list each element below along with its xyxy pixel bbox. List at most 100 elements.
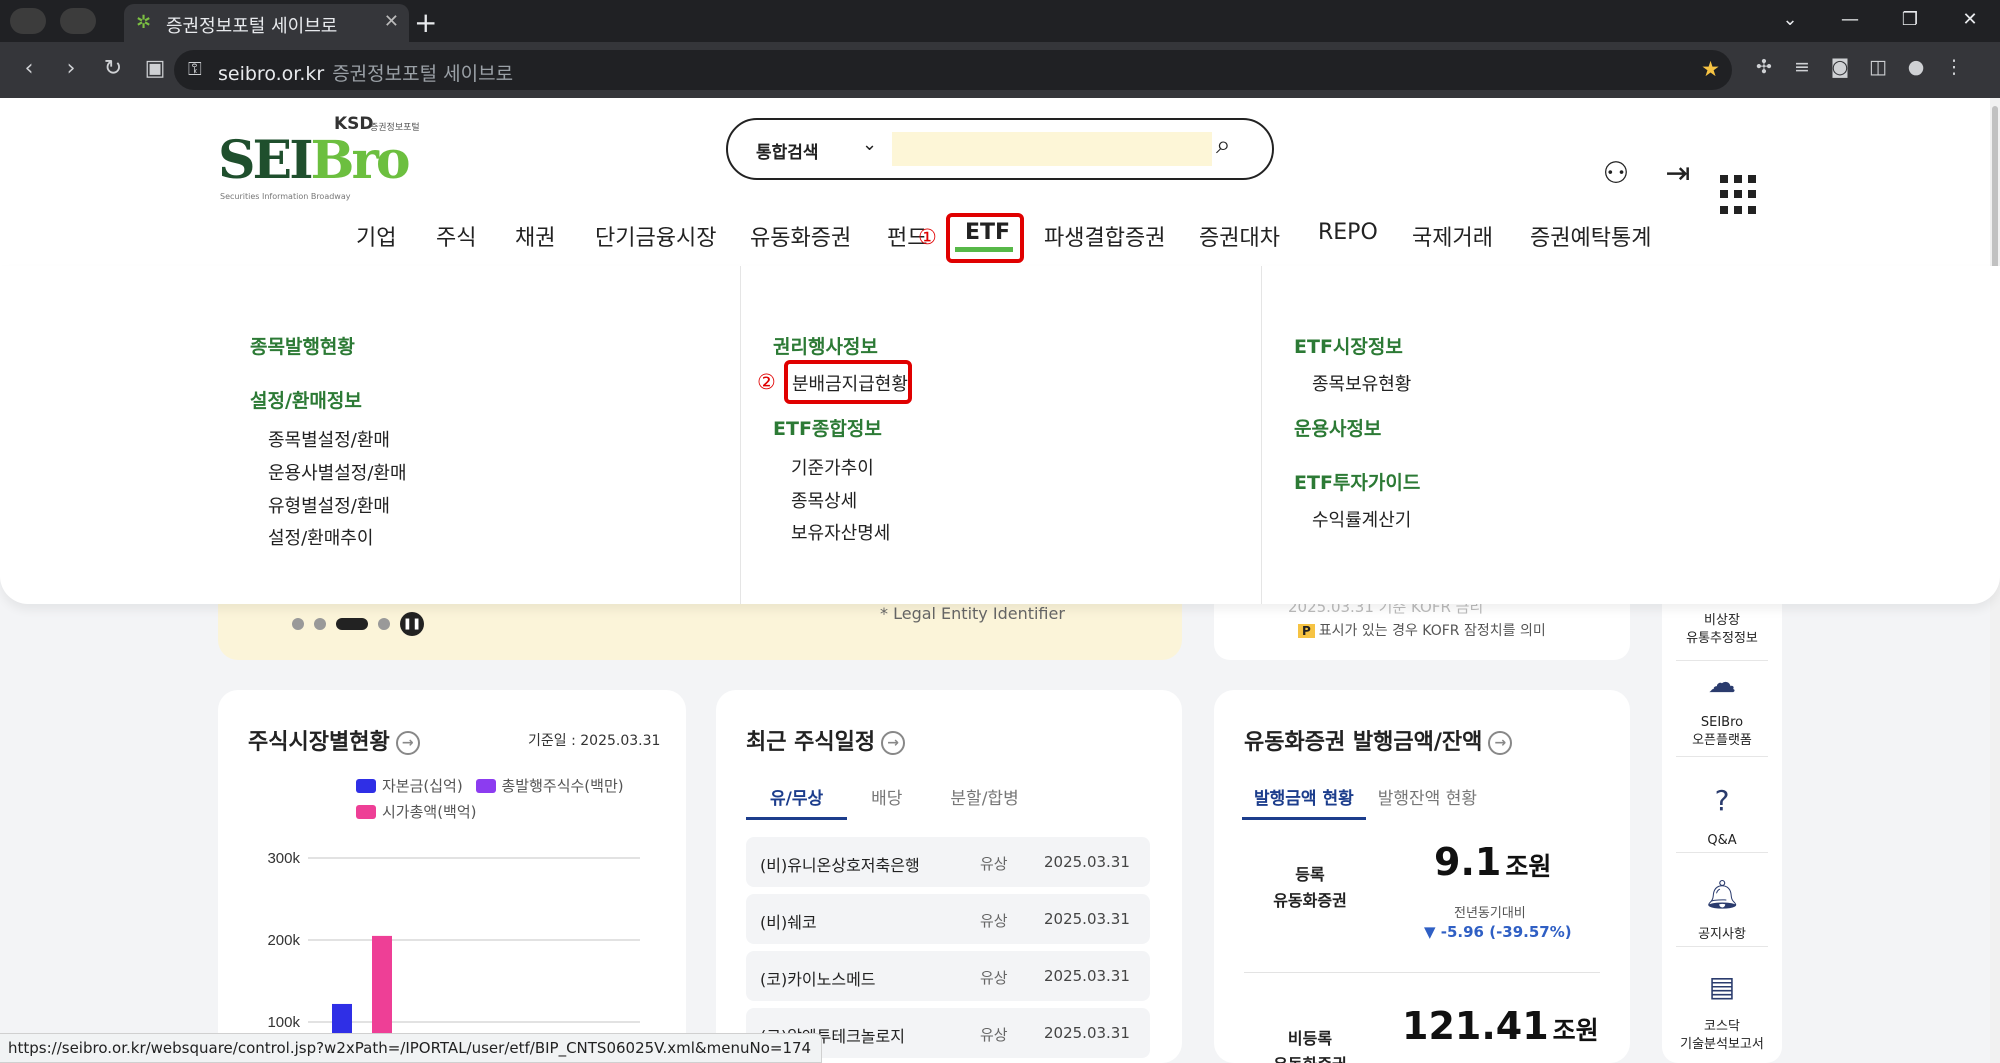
gnb-abs[interactable]: 유동화증권 bbox=[750, 220, 851, 252]
schedule-row[interactable]: (비)쉐코 유상 2025.03.31 bbox=[746, 894, 1150, 944]
kofr-note: P 표시가 있는 경우 KOFR 잠정치를 의미 bbox=[1298, 620, 1546, 640]
quick-kosdaq-report[interactable]: ▤ 코스닥 기술분석보고서 bbox=[1662, 973, 1782, 1054]
gnb-money-market[interactable]: 단기금융시장 bbox=[595, 220, 716, 252]
reading-list-icon[interactable]: ≡ bbox=[1790, 56, 1814, 82]
reload-button[interactable]: ↻ bbox=[98, 54, 128, 84]
gnb-repo[interactable]: REPO bbox=[1318, 220, 1378, 245]
signup-user-icon[interactable]: ⚇ bbox=[1596, 154, 1636, 194]
banner-pagination: ❚❚ bbox=[292, 612, 424, 636]
arrow-right-icon[interactable]: → bbox=[395, 731, 420, 755]
chart-ytick-label: 200k bbox=[267, 932, 300, 949]
profile-icons bbox=[10, 8, 96, 34]
gnb-deposit-stats[interactable]: 증권예탁통계 bbox=[1530, 220, 1651, 252]
browser-tab-seibro[interactable]: ✲ 증권정보포털 세이브로 ✕ bbox=[124, 4, 409, 42]
banner-dot[interactable] bbox=[378, 618, 390, 630]
chevron-down-icon[interactable]: ⌄ bbox=[862, 134, 877, 155]
profile-avatar-icon[interactable] bbox=[10, 8, 46, 34]
forward-button[interactable]: › bbox=[56, 54, 86, 84]
browser-toolbar: ‹ › ↻ ▣ ⚿ seibro.or.kr 증권정보포털 세이브로 ★ ✣ ≡ … bbox=[0, 42, 2000, 98]
tab-rights-issue[interactable]: 유/무상 bbox=[746, 784, 848, 820]
extensions-puzzle-icon[interactable]: ✣ bbox=[1752, 56, 1776, 82]
screenshot-icon[interactable]: ◙ bbox=[1828, 56, 1852, 82]
gnb-company[interactable]: 기업 bbox=[356, 220, 396, 252]
logo-wordmark: SEIBro bbox=[218, 130, 411, 191]
banner-dot-active[interactable] bbox=[336, 618, 368, 630]
rail-divider bbox=[1676, 660, 1768, 661]
tab-search-icon[interactable] bbox=[60, 8, 96, 34]
tab-list-chevron-icon[interactable]: ⌄ bbox=[1760, 0, 1820, 42]
legend-shares: 총발행주식수(백만) bbox=[475, 774, 624, 798]
arrow-right-icon[interactable]: → bbox=[881, 731, 906, 755]
quick-notice[interactable]: 🔔︎ 공지사항 bbox=[1662, 881, 1782, 944]
restore-button[interactable]: ❐ bbox=[1880, 0, 1940, 42]
rail-divider bbox=[1676, 756, 1768, 757]
schedule-row-type: 유상 bbox=[980, 855, 1008, 873]
schedule-row-name: (비)쉐코 bbox=[760, 913, 817, 932]
notion-extension-icon[interactable]: ▣ bbox=[140, 54, 170, 84]
menu-heading-rights[interactable]: 권리행사정보 bbox=[773, 332, 878, 359]
menu-item-nav-trend[interactable]: 기준가추이 bbox=[791, 454, 874, 480]
search-scope-select[interactable]: 통합검색 bbox=[756, 138, 819, 163]
quick-open-platform[interactable]: ☁ SEIBro 오픈플랫폼 bbox=[1662, 666, 1782, 750]
menu-item-by-issue[interactable]: 종목별설정/환매 bbox=[268, 426, 390, 452]
tab-outstanding-balance[interactable]: 발행잔액 현황 bbox=[1366, 784, 1489, 820]
stock-schedule-card: 최근 주식일정 → 유/무상 배당 분할/합병 (비)유니온상호저축은행 유상 2… bbox=[716, 690, 1182, 1063]
login-icon[interactable]: ⇥ bbox=[1658, 154, 1698, 194]
bookmark-star-icon[interactable]: ★ bbox=[1701, 57, 1720, 81]
quick-unlisted-label: 비상장 유통추정정보 bbox=[1686, 613, 1758, 646]
quick-unlisted-info[interactable]: 비상장 유통추정정보 bbox=[1662, 612, 1782, 648]
side-panel-icon[interactable]: ◫ bbox=[1866, 56, 1890, 82]
quick-qna[interactable]: ? Q&A bbox=[1662, 787, 1782, 850]
search-icon[interactable]: ⌕ bbox=[1216, 130, 1231, 161]
search-input[interactable] bbox=[892, 132, 1212, 166]
menu-heading-etf-market[interactable]: ETF시장정보 bbox=[1294, 332, 1403, 359]
seibro-logo[interactable]: SEIBro KSD 증권정보포털 Securities Information… bbox=[218, 114, 448, 201]
menu-heading-issuance[interactable]: 종목발행현황 bbox=[250, 332, 355, 359]
abs-issuance-title[interactable]: 유동화증권 발행금액/잔액 → bbox=[1244, 724, 1513, 756]
menu-item-holding-status[interactable]: 종목보유현황 bbox=[1312, 370, 1411, 396]
stock-schedule-title[interactable]: 최근 주식일정 → bbox=[746, 724, 906, 756]
gnb-international[interactable]: 국제거래 bbox=[1412, 220, 1493, 252]
gnb-securities-lending[interactable]: 증권대차 bbox=[1199, 220, 1280, 252]
api-cloud-icon: ☁ bbox=[1708, 666, 1736, 699]
schedule-row-type: 유상 bbox=[980, 1026, 1008, 1044]
close-window-button[interactable]: ✕ bbox=[1940, 0, 2000, 42]
pause-icon[interactable]: ❚❚ bbox=[400, 612, 424, 636]
banner-dot[interactable] bbox=[292, 618, 304, 630]
tab-split-merger[interactable]: 분할/합병 bbox=[926, 784, 1042, 820]
schedule-row-name: (비)유니온상호저축은행 bbox=[760, 856, 920, 875]
menu-kebab-icon[interactable]: ⋮ bbox=[1942, 56, 1966, 82]
yoy-label: 전년동기대비 bbox=[1454, 906, 1526, 921]
menu-heading-etf-info[interactable]: ETF종합정보 bbox=[773, 414, 882, 441]
market-status-title[interactable]: 주식시장별현황 → bbox=[248, 724, 420, 756]
schedule-row[interactable]: (비)유니온상호저축은행 유상 2025.03.31 bbox=[746, 837, 1150, 887]
tab-close-icon[interactable]: ✕ bbox=[384, 11, 399, 32]
menu-item-return-calculator[interactable]: 수익률계산기 bbox=[1312, 506, 1411, 532]
tab-dividend[interactable]: 배당 bbox=[847, 784, 926, 820]
menu-item-by-type[interactable]: 유형별설정/환매 bbox=[268, 492, 390, 518]
address-bar[interactable]: ⚿ seibro.or.kr 증권정보포털 세이브로 ★ bbox=[174, 50, 1732, 90]
gnb-stock[interactable]: 주식 bbox=[436, 220, 476, 252]
tab-issuance-amount[interactable]: 발행금액 현황 bbox=[1242, 784, 1366, 820]
profile-icon[interactable]: ● bbox=[1904, 56, 1928, 82]
gnb-bond[interactable]: 채권 bbox=[515, 220, 555, 252]
menu-item-by-manager[interactable]: 운용사별설정/환매 bbox=[268, 459, 407, 485]
menu-item-issue-detail[interactable]: 종목상세 bbox=[791, 487, 857, 513]
menu-item-holdings[interactable]: 보유자산명세 bbox=[791, 519, 890, 545]
minimize-button[interactable]: — bbox=[1820, 0, 1880, 42]
menu-heading-manager-info[interactable]: 운용사정보 bbox=[1294, 414, 1381, 441]
sitemap-grid-icon[interactable] bbox=[1720, 154, 1760, 214]
arrow-right-icon[interactable]: → bbox=[1488, 731, 1513, 755]
menu-heading-creation-redemption[interactable]: 설정/환매정보 bbox=[250, 386, 362, 413]
menu-heading-investment-guide[interactable]: ETF투자가이드 bbox=[1294, 468, 1420, 495]
back-button[interactable]: ‹ bbox=[14, 54, 44, 84]
mega-menu-col-issuance: 종목발행현황 설정/환매정보 종목별설정/환매 운용사별설정/환매 유형별설정/… bbox=[0, 266, 740, 604]
schedule-row[interactable]: (코)카이노스메드 유상 2025.03.31 bbox=[746, 951, 1150, 1001]
menu-item-trend[interactable]: 설정/환매추이 bbox=[268, 524, 373, 550]
new-tab-button[interactable]: + bbox=[414, 6, 437, 39]
header-utility-icons: ⚇ ⇥ bbox=[1596, 154, 1760, 214]
site-info-icon[interactable]: ⚿ bbox=[188, 59, 202, 80]
gnb-dls[interactable]: 파생결합증권 bbox=[1044, 220, 1165, 252]
banner-dot[interactable] bbox=[314, 618, 326, 630]
window-controls: ⌄ — ❐ ✕ bbox=[1760, 0, 2000, 42]
